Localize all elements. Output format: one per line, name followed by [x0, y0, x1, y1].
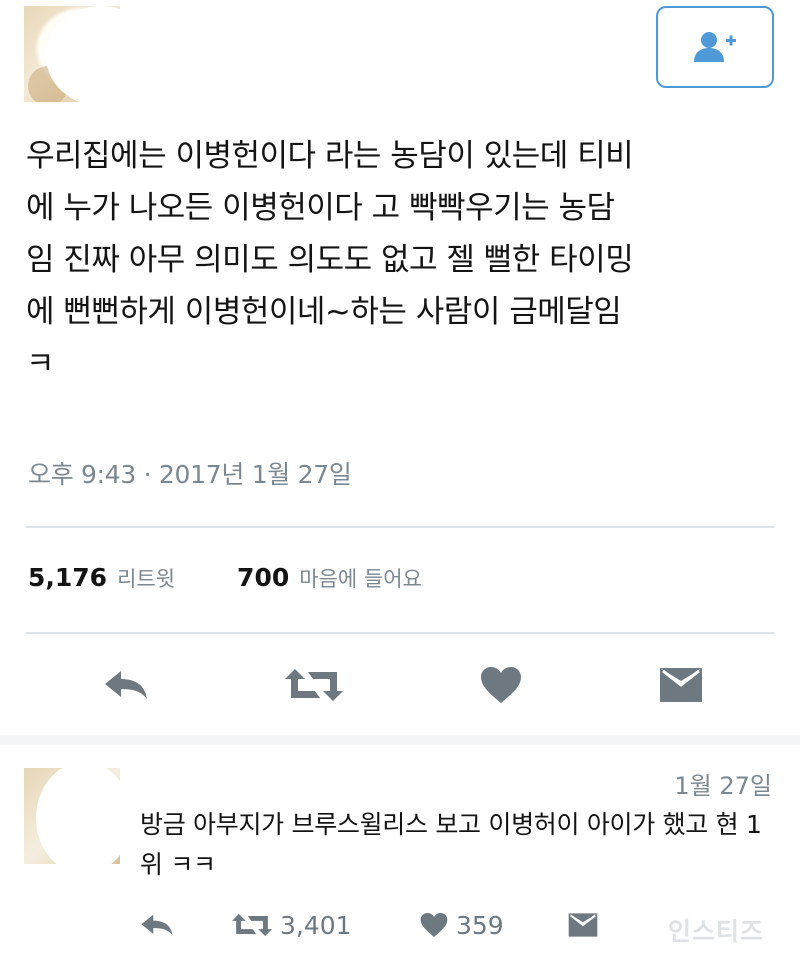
like-button[interactable] — [476, 655, 526, 715]
envelope-icon — [660, 668, 702, 702]
envelope-icon — [568, 913, 598, 937]
retweets-count[interactable]: 5,176 — [28, 563, 107, 592]
tweet-header — [0, 0, 800, 110]
section-separator — [0, 735, 800, 745]
reply-icon — [141, 914, 173, 936]
retweet-icon — [232, 913, 272, 937]
watermark: 인스티즈 — [668, 917, 765, 946]
retweets-label[interactable]: 리트윗 — [117, 563, 175, 593]
tweet-timestamp[interactable]: 오후 9:43 · 2017년 1월 27일 — [28, 455, 352, 491]
add-user-icon — [694, 32, 736, 62]
reply-avatar[interactable] — [24, 768, 120, 864]
reply-icon — [105, 671, 147, 699]
message-button[interactable] — [656, 655, 706, 715]
avatar[interactable] — [24, 6, 120, 102]
retweet-button[interactable] — [282, 655, 346, 715]
reply-retweets-count: 3,401 — [280, 910, 352, 940]
reply-date[interactable]: 1월 27일 — [674, 766, 772, 801]
reply-button[interactable] — [96, 655, 156, 715]
follow-button[interactable] — [656, 6, 774, 88]
divider — [26, 632, 774, 634]
tweet-actions — [0, 655, 800, 715]
tweet-text: 우리집에는 이병헌이다 라는 농담이 있는데 티비 에 누가 나오든 이병헌이다… — [26, 138, 634, 382]
reply-message-button[interactable] — [568, 900, 598, 950]
reply-reply-button[interactable] — [140, 900, 174, 950]
avatar-blur-mask — [36, 768, 120, 864]
tweet-stats: 5,176 리트윗 700 마음에 들어요 — [28, 563, 422, 593]
divider — [26, 526, 774, 528]
likes-label[interactable]: 마음에 들어요 — [299, 563, 422, 593]
reply-retweet-button[interactable]: 3,401 — [232, 900, 352, 950]
heart-icon — [481, 667, 521, 703]
reply-likes-count: 359 — [456, 910, 504, 940]
reply-like-button[interactable]: 359 — [420, 900, 504, 950]
heart-icon — [420, 913, 448, 937]
retweet-icon — [285, 669, 343, 701]
likes-count[interactable]: 700 — [237, 563, 289, 592]
reply-text: 방금 아부지가 브루스윌리스 보고 이병허이 아이가 했고 현 1위 ㅋㅋ — [140, 810, 762, 879]
